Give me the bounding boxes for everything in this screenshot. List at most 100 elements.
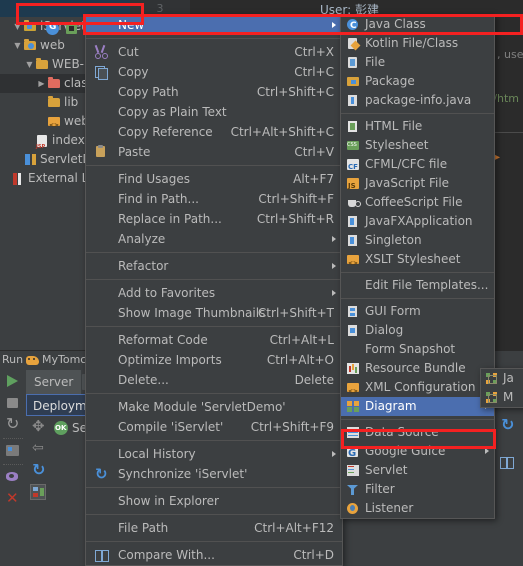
new-item-label: Edit File Templates... (365, 278, 489, 292)
menu-item-optimize-imports[interactable]: Optimize Imports Ctrl+Alt+O (86, 350, 342, 370)
new-item-label: JavaScript File (365, 176, 450, 190)
new-item-xml-configuration-file[interactable]: XML Configuration File (341, 378, 499, 401)
close-icon[interactable] (4, 489, 22, 508)
diagram-submenu[interactable]: Ja M (480, 368, 523, 408)
tree-twisty-icon[interactable]: ▼ (12, 17, 23, 36)
new-item-cfml-cfc-file[interactable]: CFML/CFC file (341, 155, 494, 177)
chevron-right-icon (332, 290, 336, 296)
new-item-servlet[interactable]: Servlet (341, 461, 494, 480)
listener-icon (346, 502, 360, 515)
console-icon[interactable] (4, 442, 22, 460)
new-item-kotlin-file-class[interactable]: Kotlin File/Class (341, 34, 494, 53)
new-item-label: Java Class (365, 17, 426, 31)
menu-item-find-in-path[interactable]: Find in Path... Ctrl+Shift+F (86, 189, 342, 209)
new-item-package[interactable]: Package (341, 72, 494, 91)
menu-item-shortcut: Alt+F7 (293, 172, 334, 186)
menu-item-synchronize-iservlet[interactable]: Synchronize 'iServlet' (86, 464, 342, 484)
menu-item-make-module-servletdemo[interactable]: Make Module 'ServletDemo' (86, 397, 342, 417)
menu-item-label: Cut (118, 45, 139, 59)
tree-item-label: web (40, 38, 65, 52)
menu-item-copy-path[interactable]: Copy Path Ctrl+Shift+C (86, 82, 342, 102)
new-item-data-source[interactable]: Data Source (341, 423, 494, 442)
menu-item-delete[interactable]: Delete... Delete (86, 370, 342, 390)
new-item-javascript-file[interactable]: JavaScript File (341, 174, 494, 196)
menu-item-find-usages[interactable]: Find Usages Alt+F7 (86, 169, 342, 189)
menu-item-new[interactable]: New (86, 15, 342, 35)
stop-icon[interactable] (4, 394, 22, 412)
new-item-google-guice[interactable]: Google Guice (341, 442, 494, 463)
new-item-label: Stylesheet (365, 138, 429, 152)
new-item-edit-file-templates[interactable]: Edit File Templates... (341, 276, 494, 295)
menu-item-copy-as-plain-text[interactable]: Copy as Plain Text (86, 102, 342, 122)
code-fold-marker[interactable]: ▸ (495, 152, 500, 163)
paste-icon (94, 145, 109, 159)
editor-code-area[interactable] (495, 17, 523, 362)
new-item-resource-bundle[interactable]: Resource Bundle (341, 359, 494, 378)
new-item-form-snapshot[interactable]: Form Snapshot (341, 340, 494, 359)
menu-item-paste[interactable]: Paste Ctrl+V (86, 142, 342, 162)
new-item-html-file[interactable]: HTML File (341, 117, 494, 136)
new-item-label: Dialog (365, 323, 404, 337)
menu-item-analyze[interactable]: Analyze (86, 229, 342, 249)
javafx-icon (346, 215, 360, 228)
menu-item-shortcut: Ctrl+V (294, 145, 334, 159)
arrow-left-icon[interactable] (30, 440, 48, 458)
submenu-separator (341, 272, 494, 273)
menu-item-replace-in-path[interactable]: Replace in Path... Ctrl+Shift+R (86, 209, 342, 229)
rerun-icon[interactable] (4, 414, 22, 434)
new-item-listener[interactable]: Listener (341, 499, 494, 518)
new-item-file[interactable]: File (341, 53, 494, 72)
tree-twisty-icon[interactable]: ▼ (12, 36, 23, 55)
menu-item-file-path[interactable]: File Path Ctrl+Alt+F12 (86, 518, 342, 538)
resource-icon (66, 23, 77, 34)
new-item-gui-form[interactable]: GUI Form (341, 302, 494, 321)
menu-item-add-to-favorites[interactable]: Add to Favorites (86, 283, 342, 303)
menu-item-label: Local History (118, 447, 196, 461)
sync-icon[interactable] (499, 415, 517, 435)
new-item-coffeescript-file[interactable]: CoffeeScript File (341, 193, 494, 212)
diagram-item-label: M (503, 390, 514, 404)
new-submenu[interactable]: Java Class Kotlin File/Class File Package pa… (340, 14, 499, 519)
new-item-singleton[interactable]: Singleton (341, 231, 494, 250)
artifact-icon[interactable] (30, 484, 46, 500)
new-item-label: Resource Bundle (365, 361, 466, 375)
menu-item-reformat-code[interactable]: Reformat Code Ctrl+Alt+L (86, 330, 342, 350)
menu-item-copy-reference[interactable]: Copy Reference Ctrl+Alt+Shift+C (86, 122, 342, 142)
new-item-dialog[interactable]: Dialog (341, 321, 494, 340)
tree-twisty-icon[interactable]: ▶ (36, 74, 47, 93)
tab-server[interactable]: Server (26, 370, 82, 394)
menu-item-show-image-thumbnails[interactable]: Show Image Thumbnails Ctrl+Shift+T (86, 303, 342, 323)
run-icon[interactable] (4, 372, 22, 390)
compare-icon[interactable] (499, 455, 517, 473)
new-item-stylesheet[interactable]: Stylesheet (341, 136, 494, 155)
menu-item-cut[interactable]: Cut Ctrl+X (86, 42, 342, 62)
new-item-diagram[interactable]: Diagram (341, 397, 494, 416)
new-item-label: JavaFXApplication (365, 214, 473, 228)
new-item-label: GUI Form (365, 304, 421, 318)
folder-source-icon (23, 20, 38, 33)
new-item-java-class[interactable]: Java Class (341, 15, 494, 36)
menu-item-shortcut: Ctrl+Shift+C (256, 85, 334, 99)
java-class-icon (346, 17, 360, 36)
new-item-package-info-java[interactable]: package-info.java (341, 91, 494, 110)
tree-twisty-icon[interactable]: ▼ (24, 55, 35, 74)
menu-item-show-in-explorer[interactable]: Show in Explorer (86, 491, 342, 511)
thread-dump-icon[interactable] (4, 468, 22, 486)
sync-icon[interactable] (30, 460, 48, 480)
menu-item-compare-with[interactable]: Compare With... Ctrl+D (86, 545, 342, 565)
context-menu[interactable]: New Cut Ctrl+X Copy Ctrl+C Copy Path Ctrl+Shif… (85, 14, 343, 566)
new-item-label: CoffeeScript File (365, 195, 463, 209)
new-item-xslt-stylesheet[interactable]: XSLT Stylesheet (341, 250, 494, 273)
move-icon[interactable] (30, 417, 48, 436)
cfml-file-icon (346, 158, 360, 177)
menu-item-local-history[interactable]: Local History (86, 444, 342, 464)
menu-item-copy[interactable]: Copy Ctrl+C (86, 62, 342, 82)
menu-item-label: Add to Favorites (118, 286, 216, 300)
new-item-javafxapplication[interactable]: JavaFXApplication (341, 212, 494, 231)
new-item-filter[interactable]: Filter (341, 480, 494, 499)
menu-item-compile-iservlet[interactable]: Compile 'iServlet' Ctrl+Shift+F9 (86, 417, 342, 437)
diagram-item-ja[interactable]: Ja (481, 369, 523, 388)
diagram-item-m[interactable]: M (481, 388, 523, 407)
menu-item-refactor[interactable]: Refactor (86, 256, 342, 276)
menu-separator (86, 541, 342, 542)
